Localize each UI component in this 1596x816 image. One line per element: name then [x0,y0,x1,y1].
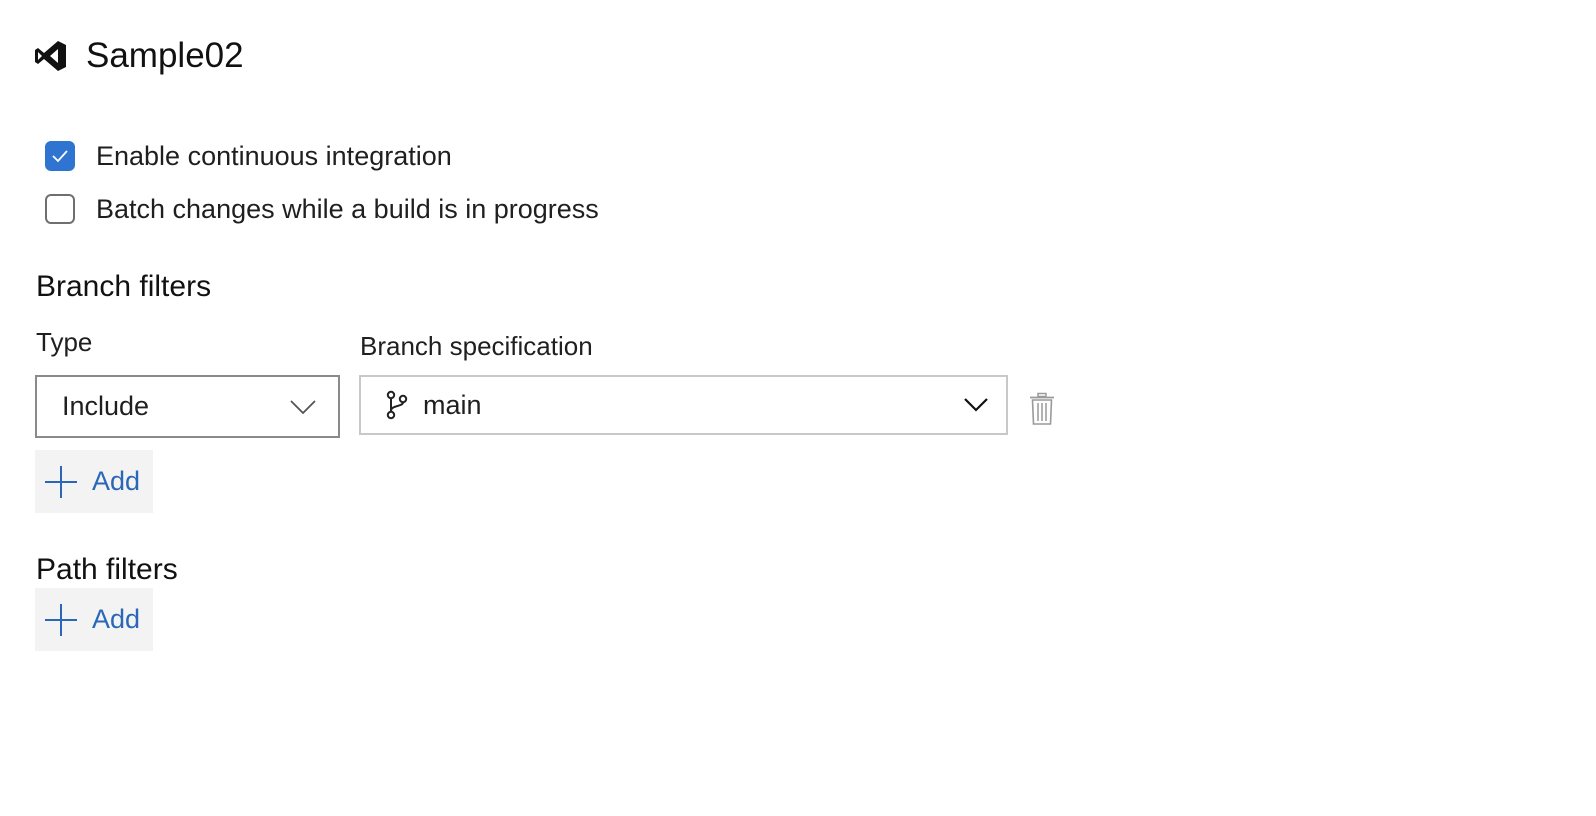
batch-changes-label: Batch changes while a build is in progre… [96,194,599,224]
visual-studio-icon [35,41,66,71]
type-label: Type [36,327,93,357]
repo-header: Sample02 [34,34,244,78]
enable-ci-checkbox[interactable] [45,141,75,171]
add-branch-filter-button[interactable]: Add [35,450,153,513]
add-path-filter-button[interactable]: Add [35,588,153,651]
type-dropdown[interactable]: Include [35,375,340,438]
branch-spec-label: Branch specification [360,331,593,361]
path-filters-title: Path filters [36,553,178,586]
chevron-down-icon [964,398,988,412]
branch-filters-title: Branch filters [36,270,212,303]
repo-title: Sample02 [86,36,244,75]
batch-changes-checkbox-row[interactable]: Batch changes while a build is in progre… [45,192,599,226]
branch-spec-dropdown[interactable]: main [359,375,1008,435]
plus-icon [45,603,77,636]
trigger-settings-panel: Sample02 Enable continuous integration B… [0,0,1596,816]
chevron-down-icon [290,399,316,414]
plus-icon [45,465,77,498]
branch-spec-value: main [423,389,482,420]
trash-icon [1030,392,1054,425]
type-dropdown-value: Include [62,391,150,421]
batch-changes-checkbox[interactable] [45,194,75,224]
add-branch-filter-label: Add [92,466,141,496]
checkmark-icon [52,150,68,163]
git-branch-icon [386,390,408,420]
enable-ci-checkbox-row[interactable]: Enable continuous integration [45,139,452,173]
delete-branch-filter-button[interactable] [1026,390,1058,428]
enable-ci-label: Enable continuous integration [96,141,452,171]
add-path-filter-label: Add [92,604,141,634]
